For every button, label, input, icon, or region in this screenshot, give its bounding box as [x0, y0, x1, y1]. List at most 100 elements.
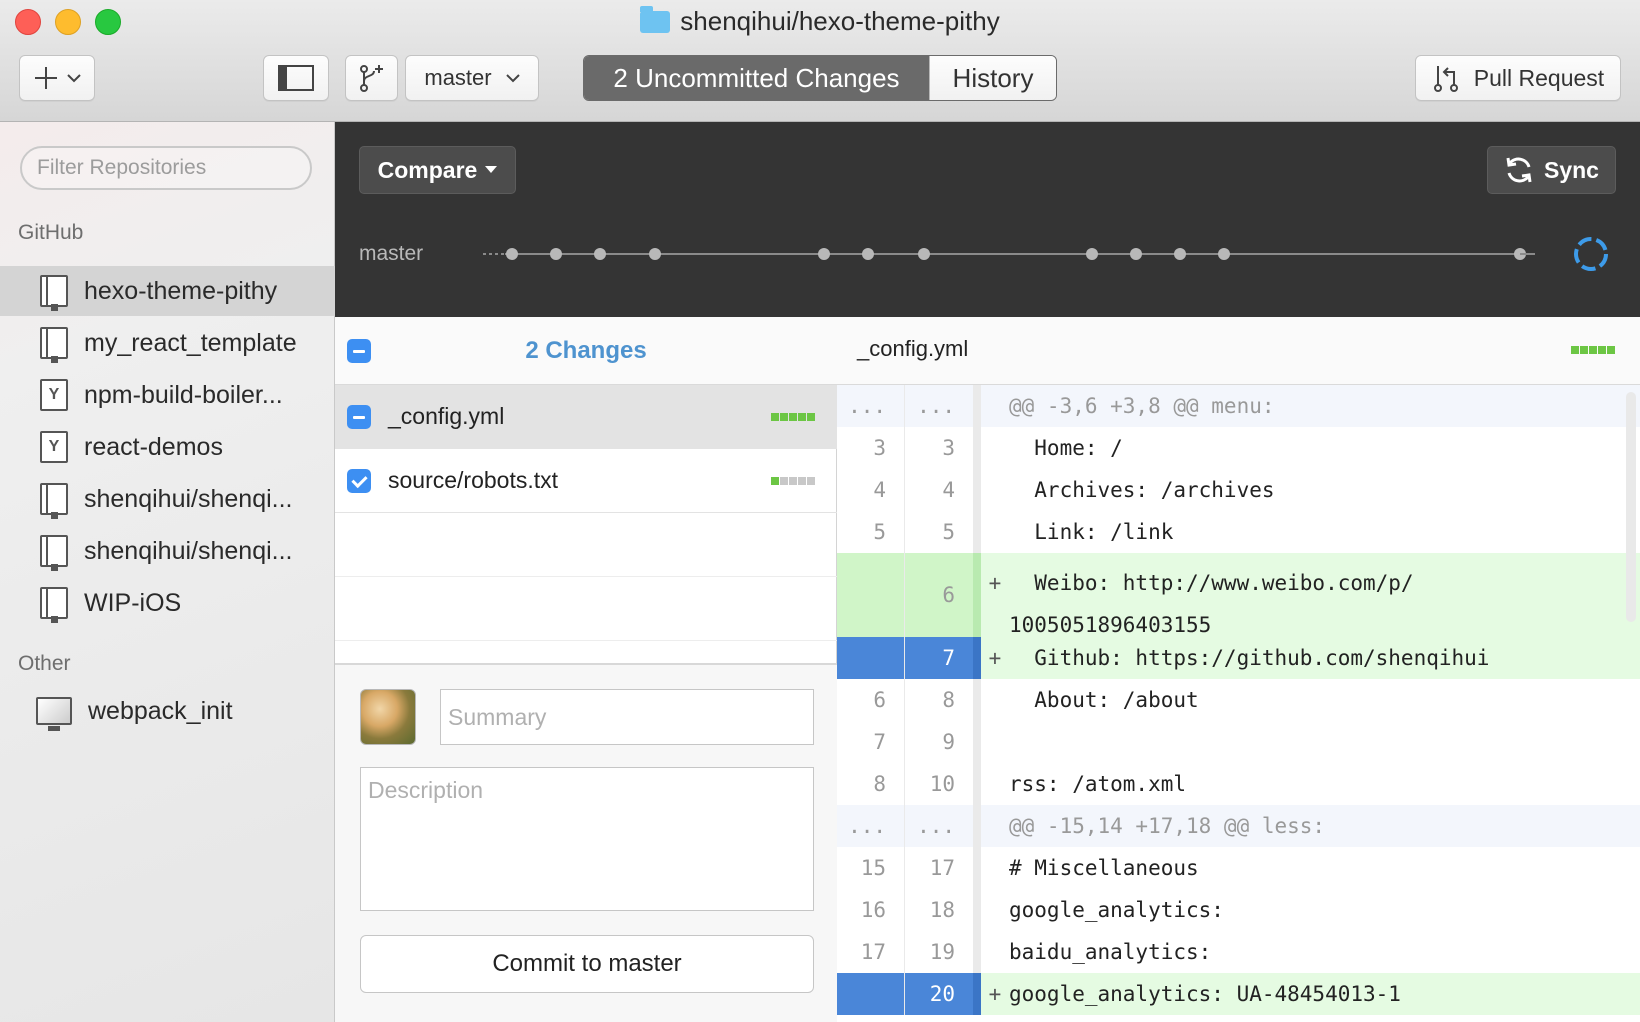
- diff-line[interactable]: 79: [837, 721, 1640, 763]
- old-line-number: 4: [837, 469, 905, 511]
- new-line-number[interactable]: 18: [905, 889, 973, 931]
- diff-line[interactable]: 68 About: /about: [837, 679, 1640, 721]
- summary-placeholder: Summary: [448, 703, 547, 730]
- commit-button[interactable]: Commit to master: [360, 935, 814, 993]
- old-line-number: [837, 637, 905, 679]
- diff-scrollbar[interactable]: [1626, 392, 1636, 622]
- diff-code: # Miscellaneous: [1009, 856, 1199, 880]
- new-line-number[interactable]: ...: [905, 805, 973, 847]
- file-checkbox[interactable]: [347, 405, 371, 429]
- tab-uncommitted-changes-label: 2 Uncommitted Changes: [613, 62, 900, 93]
- commit-dot[interactable]: [506, 248, 518, 260]
- commit-dot[interactable]: [649, 248, 661, 260]
- description-textarea[interactable]: Description: [360, 767, 814, 911]
- tab-uncommitted-changes[interactable]: 2 Uncommitted Changes: [584, 56, 929, 100]
- new-line-number[interactable]: 6: [905, 553, 973, 637]
- commit-dot[interactable]: [818, 248, 830, 260]
- diff-code: Archives: /archives: [1009, 478, 1275, 502]
- diff-code: rss: /atom.xml: [1009, 772, 1187, 796]
- repo-label: WIP-iOS: [84, 588, 182, 617]
- new-line-number[interactable]: 19: [905, 931, 973, 973]
- diff-line[interactable]: 20 + google_analytics: UA-48454013-1: [837, 973, 1640, 1015]
- toggle-sidebar-button[interactable]: [263, 55, 329, 101]
- sidebar-item-shenqihui-2[interactable]: shenqihui/shenqi...: [0, 526, 335, 576]
- new-line-number[interactable]: ...: [905, 385, 973, 427]
- pull-request-label: Pull Request: [1473, 64, 1605, 91]
- commit-dot[interactable]: [1174, 248, 1186, 260]
- window-title: shenqihui/hexo-theme-pithy: [0, 5, 1640, 37]
- filter-repositories-input[interactable]: Filter Repositories: [20, 146, 312, 190]
- new-line-number[interactable]: 17: [905, 847, 973, 889]
- pull-request-icon: [1433, 66, 1458, 92]
- commit-dot[interactable]: [918, 248, 930, 260]
- sidebar-icon: [278, 65, 314, 91]
- repo-label: npm-build-boiler...: [84, 380, 283, 409]
- plus-icon: [35, 67, 57, 89]
- diff-code: google_analytics:: [1009, 898, 1224, 922]
- create-branch-button[interactable]: [345, 55, 398, 101]
- commit-dot[interactable]: [862, 248, 874, 260]
- diffstat-bar: [771, 412, 815, 421]
- new-line-number[interactable]: 10: [905, 763, 973, 805]
- diff-line[interactable]: 44 Archives: /archives: [837, 469, 1640, 511]
- sidebar-item-webpack-init[interactable]: webpack_init: [0, 686, 335, 736]
- new-line-number[interactable]: 4: [905, 469, 973, 511]
- new-line-number[interactable]: 5: [905, 511, 973, 553]
- commit-dot[interactable]: [550, 248, 562, 260]
- tab-history-label: History: [952, 62, 1034, 93]
- diff-line[interactable]: 55 Link: /link: [837, 511, 1640, 553]
- new-line-number[interactable]: 3: [905, 427, 973, 469]
- gutter-separator: [973, 637, 981, 679]
- add-repository-button[interactable]: [19, 55, 95, 101]
- repository-sidebar: Filter Repositories GitHub hexo-theme-pi…: [0, 122, 335, 1022]
- sidebar-item-shenqihui-1[interactable]: shenqihui/shenqi...: [0, 474, 335, 524]
- description-placeholder: Description: [368, 777, 484, 803]
- branch-selector[interactable]: master: [405, 55, 539, 101]
- sidebar-item-react-demos[interactable]: Y react-demos: [0, 422, 335, 472]
- branch-icon: [359, 65, 383, 92]
- sidebar-item-wip-ios[interactable]: WIP-iOS: [0, 578, 335, 628]
- uncommitted-changes-node[interactable]: [1574, 237, 1608, 271]
- diff-line[interactable]: 17 19 baidu_analytics:: [837, 931, 1640, 973]
- changed-file-row[interactable]: source/robots.txt: [335, 449, 837, 513]
- diff-code: baidu_analytics:: [1009, 940, 1212, 964]
- new-line-number[interactable]: 9: [905, 721, 973, 763]
- new-line-number[interactable]: 7: [905, 637, 973, 679]
- sidebar-item-my-react-template[interactable]: my_react_template: [0, 318, 335, 368]
- old-line-number: ...: [837, 805, 905, 847]
- chevron-down-icon: [67, 74, 81, 83]
- file-name: source/robots.txt: [388, 467, 559, 493]
- commit-dot[interactable]: [1130, 248, 1142, 260]
- diff-line[interactable]: 7 + Github: https://github.com/shenqihui: [837, 637, 1640, 679]
- new-line-number[interactable]: 20: [905, 973, 973, 1015]
- diff-line[interactable]: 16 18 google_analytics:: [837, 889, 1640, 931]
- commit-dot[interactable]: [1086, 248, 1098, 260]
- commit-form: Summary Description Commit to master: [335, 663, 837, 1022]
- title-bar: shenqihui/hexo-theme-pithy master 2 Unco…: [0, 0, 1640, 122]
- repo-label: react-demos: [84, 432, 223, 461]
- diff-line[interactable]: 15 17 # Miscellaneous: [837, 847, 1640, 889]
- commit-dot[interactable]: [1218, 248, 1230, 260]
- diff-line[interactable]: 33 Home: /: [837, 427, 1640, 469]
- gutter-separator: [973, 931, 981, 973]
- summary-input[interactable]: Summary: [440, 689, 814, 745]
- tab-history[interactable]: History: [929, 56, 1056, 100]
- gutter-separator: [973, 721, 981, 763]
- diff-code: google_analytics: UA-48454013-1: [1009, 982, 1401, 1006]
- old-line-number: 15: [837, 847, 905, 889]
- sidebar-item-npm-build-boiler[interactable]: Y npm-build-boiler...: [0, 370, 335, 420]
- diff-line[interactable]: 6 + Weibo: http://www.weibo.com/p/ 100505…: [837, 553, 1640, 637]
- file-checkbox[interactable]: [347, 469, 371, 493]
- diff-panel: _config.yml ...... @@ -3,6 +3,8 @@ menu: 3…: [837, 317, 1640, 1022]
- diff-line[interactable]: 8 10 rss: /atom.xml: [837, 763, 1640, 805]
- gutter-separator: [973, 511, 981, 553]
- sidebar-item-hexo-theme-pithy[interactable]: hexo-theme-pithy: [0, 266, 335, 316]
- changed-file-row[interactable]: _config.yml: [335, 385, 837, 449]
- commit-dot[interactable]: [594, 248, 606, 260]
- commit-timeline-graph: [480, 237, 1608, 271]
- select-all-checkbox[interactable]: [347, 339, 371, 363]
- diff-hunk-header[interactable]: ...... @@ -3,6 +3,8 @@ menu:: [837, 385, 1640, 427]
- new-line-number[interactable]: 8: [905, 679, 973, 721]
- pull-request-button[interactable]: Pull Request: [1415, 55, 1621, 101]
- diff-hunk-header[interactable]: ...... @@ -15,14 +17,18 @@ less:: [837, 805, 1640, 847]
